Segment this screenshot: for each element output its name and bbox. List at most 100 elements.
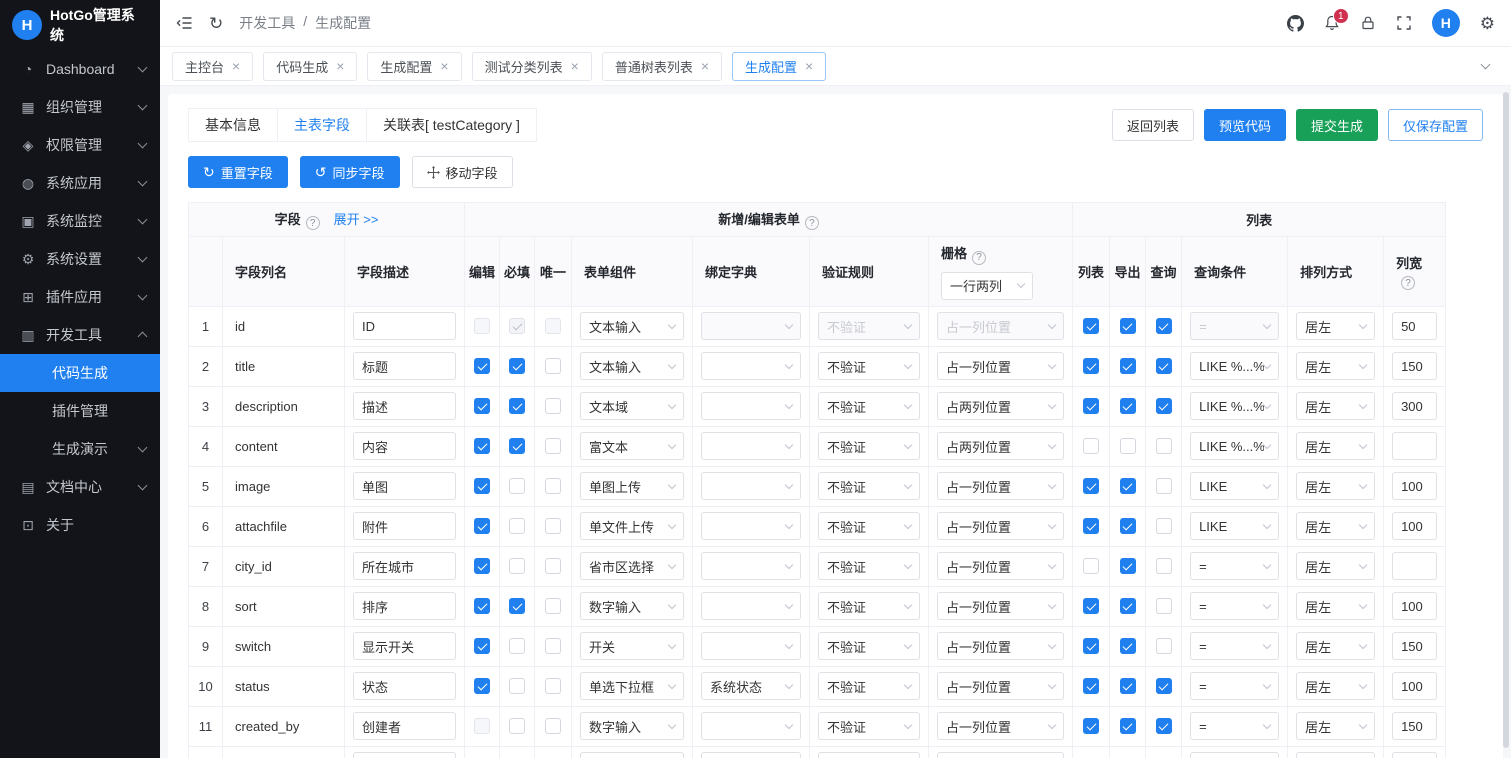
field-desc-input[interactable] [353,392,456,420]
field-desc-input[interactable] [353,432,456,460]
align-select[interactable]: 居左 [1296,392,1375,420]
query-checkbox[interactable] [1156,678,1172,694]
edit-checkbox[interactable] [474,678,490,694]
validation-select[interactable]: 不验证 [818,632,920,660]
sidebar-item-plugin-app[interactable]: ⊞ 插件应用 [0,278,160,316]
tab-generation-config-1[interactable]: 生成配置 × [367,52,461,81]
tab-close-icon[interactable]: × [571,59,579,73]
breadcrumb-item[interactable]: 开发工具 [239,13,295,33]
column-width-input[interactable] [1392,512,1437,540]
query-checkbox[interactable] [1156,718,1172,734]
sidebar-item-generation-demo[interactable]: 生成演示 [0,430,160,468]
dict-select[interactable] [701,432,801,460]
tab-close-icon[interactable]: × [440,59,448,73]
component-select[interactable]: 文本输入 [580,312,684,340]
help-icon[interactable]: ? [306,216,320,230]
required-checkbox[interactable] [509,718,525,734]
unique-checkbox[interactable] [545,438,561,454]
unique-checkbox[interactable] [545,518,561,534]
align-select[interactable]: 居左 [1296,472,1375,500]
align-select[interactable] [1296,752,1375,758]
required-checkbox[interactable] [509,678,525,694]
validation-select[interactable]: 不验证 [818,392,920,420]
sidebar-item-about[interactable]: ⊡ 关于 [0,506,160,544]
tab-test-category-list[interactable]: 测试分类列表 × [472,52,592,81]
export-checkbox[interactable] [1120,518,1136,534]
sync-fields-button[interactable]: ↺ 同步字段 [300,156,400,188]
validation-select[interactable]: 不验证 [818,712,920,740]
required-checkbox[interactable] [509,598,525,614]
validation-select[interactable]: 不验证 [818,552,920,580]
query-condition-select[interactable]: = [1190,672,1279,700]
list-checkbox[interactable] [1083,478,1099,494]
export-checkbox[interactable] [1120,478,1136,494]
query-checkbox[interactable] [1156,398,1172,414]
field-desc-input[interactable] [353,472,456,500]
grid-select[interactable]: 占两列位置 [937,392,1064,420]
component-select[interactable]: 文本输入 [580,352,684,380]
query-condition-select[interactable]: = [1190,592,1279,620]
main-scrollbar[interactable] [1503,92,1509,748]
tab-close-icon[interactable]: × [805,59,813,73]
dict-select[interactable] [701,592,801,620]
edit-checkbox[interactable] [474,518,490,534]
component-select[interactable]: 省市区选择 [580,552,684,580]
component-select[interactable]: 富文本 [580,432,684,460]
preview-code-button[interactable]: 预览代码 [1204,109,1286,141]
gear-icon[interactable]: ⚙ [1480,15,1495,32]
required-checkbox[interactable] [509,478,525,494]
dict-select[interactable] [701,752,801,758]
query-condition-select[interactable]: = [1190,632,1279,660]
submit-generate-button[interactable]: 提交生成 [1296,109,1378,141]
sidebar-item-system-monitor[interactable]: ▣ 系统监控 [0,202,160,240]
grid-select[interactable]: 占一列位置 [937,512,1064,540]
export-checkbox[interactable] [1120,398,1136,414]
query-condition-select[interactable]: LIKE %...% [1190,432,1279,460]
column-width-input[interactable] [1392,712,1437,740]
export-checkbox[interactable] [1120,638,1136,654]
sidebar-item-dev-tools[interactable]: ▥ 开发工具 [0,316,160,354]
grid-select[interactable]: 占一列位置 [937,712,1064,740]
dict-select[interactable] [701,712,801,740]
dict-select[interactable] [701,512,801,540]
grid-default-select[interactable]: 一行两列 [941,272,1033,300]
export-checkbox[interactable] [1120,598,1136,614]
help-icon[interactable]: ? [1401,276,1415,290]
query-condition-select[interactable]: LIKE [1190,472,1279,500]
export-checkbox[interactable] [1120,558,1136,574]
align-select[interactable]: 居左 [1296,672,1375,700]
sidebar-item-code-generation[interactable]: 代码生成 [0,354,160,392]
grid-select[interactable]: 占一列位置 [937,472,1064,500]
back-to-list-button[interactable]: 返回列表 [1112,109,1194,141]
align-select[interactable]: 居左 [1296,432,1375,460]
tab-close-icon[interactable]: × [701,59,709,73]
edit-checkbox[interactable] [474,478,490,494]
sidebar-item-doc-center[interactable]: ▤ 文档中心 [0,468,160,506]
unique-checkbox[interactable] [545,678,561,694]
tab-related-table[interactable]: 关联表[ testCategory ] [366,108,537,142]
tab-close-icon[interactable]: × [336,59,344,73]
component-select[interactable] [580,752,684,758]
list-checkbox[interactable] [1083,558,1099,574]
tab-console[interactable]: 主控台 × [172,52,253,81]
query-checkbox[interactable] [1156,598,1172,614]
grid-select[interactable]: 占一列位置 [937,592,1064,620]
validation-select[interactable] [818,752,920,758]
edit-checkbox[interactable] [474,398,490,414]
fullscreen-icon[interactable] [1396,15,1412,31]
column-width-input[interactable] [1392,392,1437,420]
list-checkbox[interactable] [1083,318,1099,334]
required-checkbox[interactable] [509,358,525,374]
save-config-only-button[interactable]: 仅保存配置 [1388,109,1483,141]
github-icon[interactable] [1287,15,1304,32]
column-width-input[interactable] [1392,432,1437,460]
column-width-input[interactable] [1392,672,1437,700]
grid-select[interactable]: 占两列位置 [937,432,1064,460]
tab-basic-info[interactable]: 基本信息 [188,108,278,142]
export-checkbox[interactable] [1120,358,1136,374]
validation-select[interactable]: 不验证 [818,352,920,380]
column-width-input[interactable] [1392,592,1437,620]
tab-tree-table-list[interactable]: 普通树表列表 × [602,52,722,81]
required-checkbox[interactable] [509,438,525,454]
sidebar-item-organization[interactable]: ▦ 组织管理 [0,88,160,126]
